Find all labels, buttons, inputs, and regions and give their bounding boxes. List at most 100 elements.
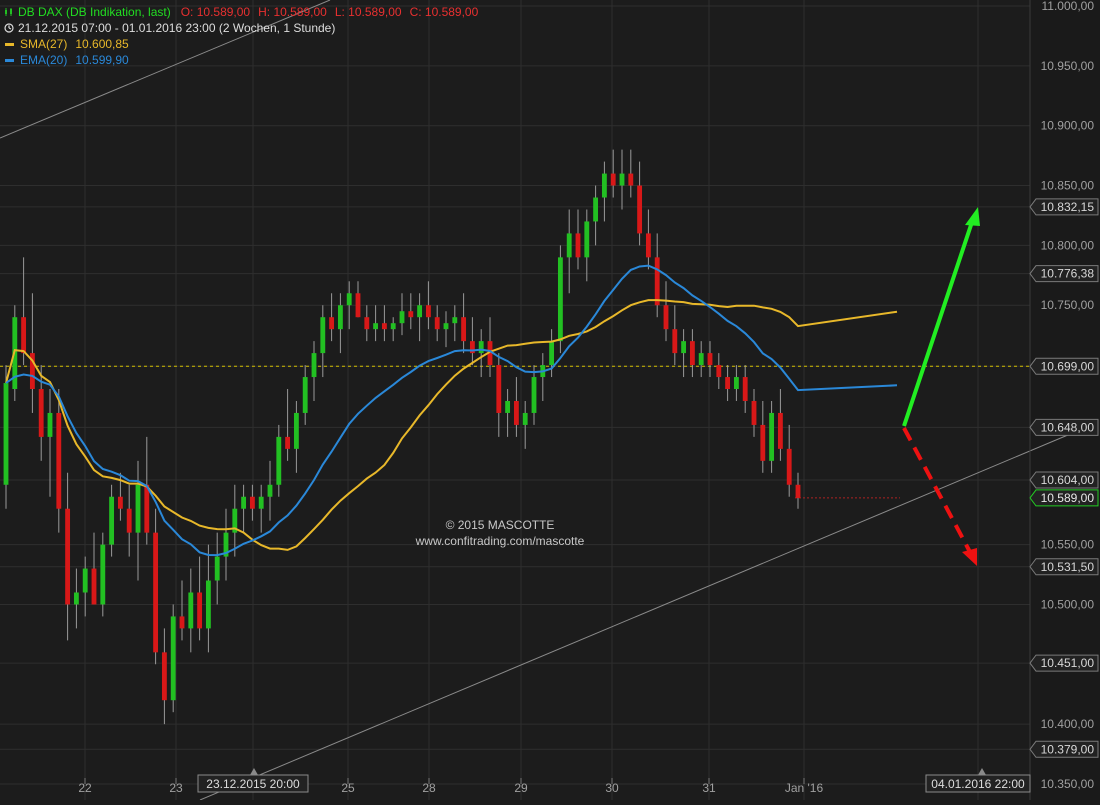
candle-body: [786, 448, 792, 485]
candle-body: [214, 556, 220, 581]
candle-body: [716, 365, 722, 378]
candle-body: [513, 400, 519, 425]
candle-body: [769, 412, 775, 461]
candle-body: [725, 377, 731, 390]
candle-body: [619, 173, 625, 186]
candle-body: [21, 317, 27, 354]
candle-body: [777, 412, 783, 449]
price-label: 10.648,00: [1041, 420, 1095, 434]
x-tick-label: 30: [605, 781, 619, 795]
candle-body: [126, 508, 132, 533]
candle-body: [346, 293, 352, 306]
candle-body: [329, 317, 335, 330]
candle: [557, 245, 563, 354]
candle-body: [531, 377, 537, 413]
candle-body: [161, 652, 167, 701]
candle-body: [337, 305, 343, 330]
candle-body: [205, 580, 211, 629]
y-tick-label: 10.750,00: [1041, 298, 1095, 312]
price-label: 10.832,15: [1041, 200, 1095, 214]
candle-body: [505, 400, 511, 413]
ohlc-close: C: 10.589,00: [409, 5, 479, 19]
sma-swatch: [5, 42, 14, 46]
x-marker-label: 04.01.2016 22:00: [931, 777, 1025, 791]
price-chart[interactable]: 11.000,00 10.950,00 10.900,00 10.850,00 10.8…: [0, 0, 1100, 801]
watermark-url: www.confitrading.com/mascotte: [415, 534, 585, 548]
candle-body: [82, 568, 88, 593]
candle-body: [170, 616, 176, 701]
x-tick-label: 25: [341, 781, 355, 795]
watermark-copyright: © 2015 MASCOTTE: [445, 518, 555, 532]
x-tick-label: 28: [422, 781, 436, 795]
candle-body: [241, 496, 247, 509]
candle-body: [381, 323, 387, 330]
candle-body: [109, 496, 115, 545]
chart-title: DB DAX (DB Indikation, last): [18, 5, 171, 19]
candle-body: [117, 496, 123, 509]
price-label: 10.379,00: [1041, 742, 1095, 756]
candle-body: [249, 496, 255, 509]
y-tick-label: 10.800,00: [1041, 238, 1095, 252]
chart-root: 11.000,00 10.950,00 10.900,00 10.850,00 10.8…: [0, 0, 1100, 801]
ohlc-high: H: 10.589,00: [258, 5, 327, 19]
price-label: 10.531,50: [1041, 560, 1095, 574]
candle-body: [197, 592, 203, 629]
candle-body: [452, 317, 458, 324]
candle-body: [610, 173, 616, 186]
candle: [170, 604, 176, 713]
candle-body: [478, 341, 484, 354]
ohlc-open: O: 10.589,00: [180, 5, 251, 19]
candle-body: [56, 412, 62, 509]
candle-body: [434, 317, 440, 330]
candle-body: [390, 323, 396, 330]
candles-icon: [5, 8, 12, 16]
candle-body: [549, 341, 555, 366]
candle-body: [689, 341, 695, 366]
candle-body: [698, 353, 704, 366]
x-tick-label: 23: [169, 781, 183, 795]
candle-body: [399, 311, 405, 324]
candle-body: [179, 616, 185, 629]
candle-body: [575, 233, 581, 258]
ema-name: EMA(20): [20, 53, 68, 67]
candle-body: [285, 436, 291, 449]
candle-body: [65, 508, 71, 605]
watermark: © 2015 MASCOTTE www.confitrading.com/mas…: [370, 517, 630, 549]
chart-period: 21.12.2015 07:00 - 01.01.2016 23:00 (2 W…: [18, 21, 336, 35]
y-tick-label: 11.000,00: [1042, 0, 1095, 13]
x-tick-label: 22: [78, 781, 92, 795]
legend-title-row: DB DAX (DB Indikation, last) O: 10.589,0…: [4, 4, 478, 20]
candle-body: [47, 412, 53, 437]
candle-body: [311, 353, 317, 378]
candle-body: [461, 317, 467, 342]
candle-body: [135, 484, 141, 533]
candle-body: [153, 532, 159, 653]
legend-period-row: 21.12.2015 07:00 - 01.01.2016 23:00 (2 W…: [4, 20, 478, 36]
candle-body: [566, 233, 572, 258]
candle-body: [91, 568, 97, 605]
candle-body: [733, 377, 739, 390]
candle-body: [408, 311, 414, 318]
candle-body: [373, 323, 379, 330]
price-label: 10.699,00: [1041, 359, 1095, 373]
y-tick-label: 10.900,00: [1041, 119, 1095, 133]
candle-body: [654, 257, 660, 306]
candle-body: [258, 496, 264, 509]
clock-icon: [4, 23, 14, 33]
candle-body: [276, 436, 282, 485]
chart-legend: DB DAX (DB Indikation, last) O: 10.589,0…: [4, 4, 478, 68]
y-tick-label: 10.350,00: [1041, 777, 1095, 791]
candle-body: [645, 233, 651, 258]
candle-body: [364, 317, 370, 330]
candle-body: [742, 377, 748, 401]
ohlc-low: L: 10.589,00: [334, 5, 402, 19]
price-label: 10.776,38: [1041, 267, 1095, 281]
candle-body: [320, 317, 326, 354]
price-label: 10.451,00: [1041, 656, 1095, 670]
candle-body: [672, 329, 678, 354]
candle-body: [751, 400, 757, 425]
legend-ema-row: EMA(20) 10.599,90: [4, 52, 478, 68]
x-marker-label: 23.12.2015 20:00: [206, 777, 300, 791]
candle-body: [593, 197, 599, 222]
candle-body: [601, 173, 607, 198]
